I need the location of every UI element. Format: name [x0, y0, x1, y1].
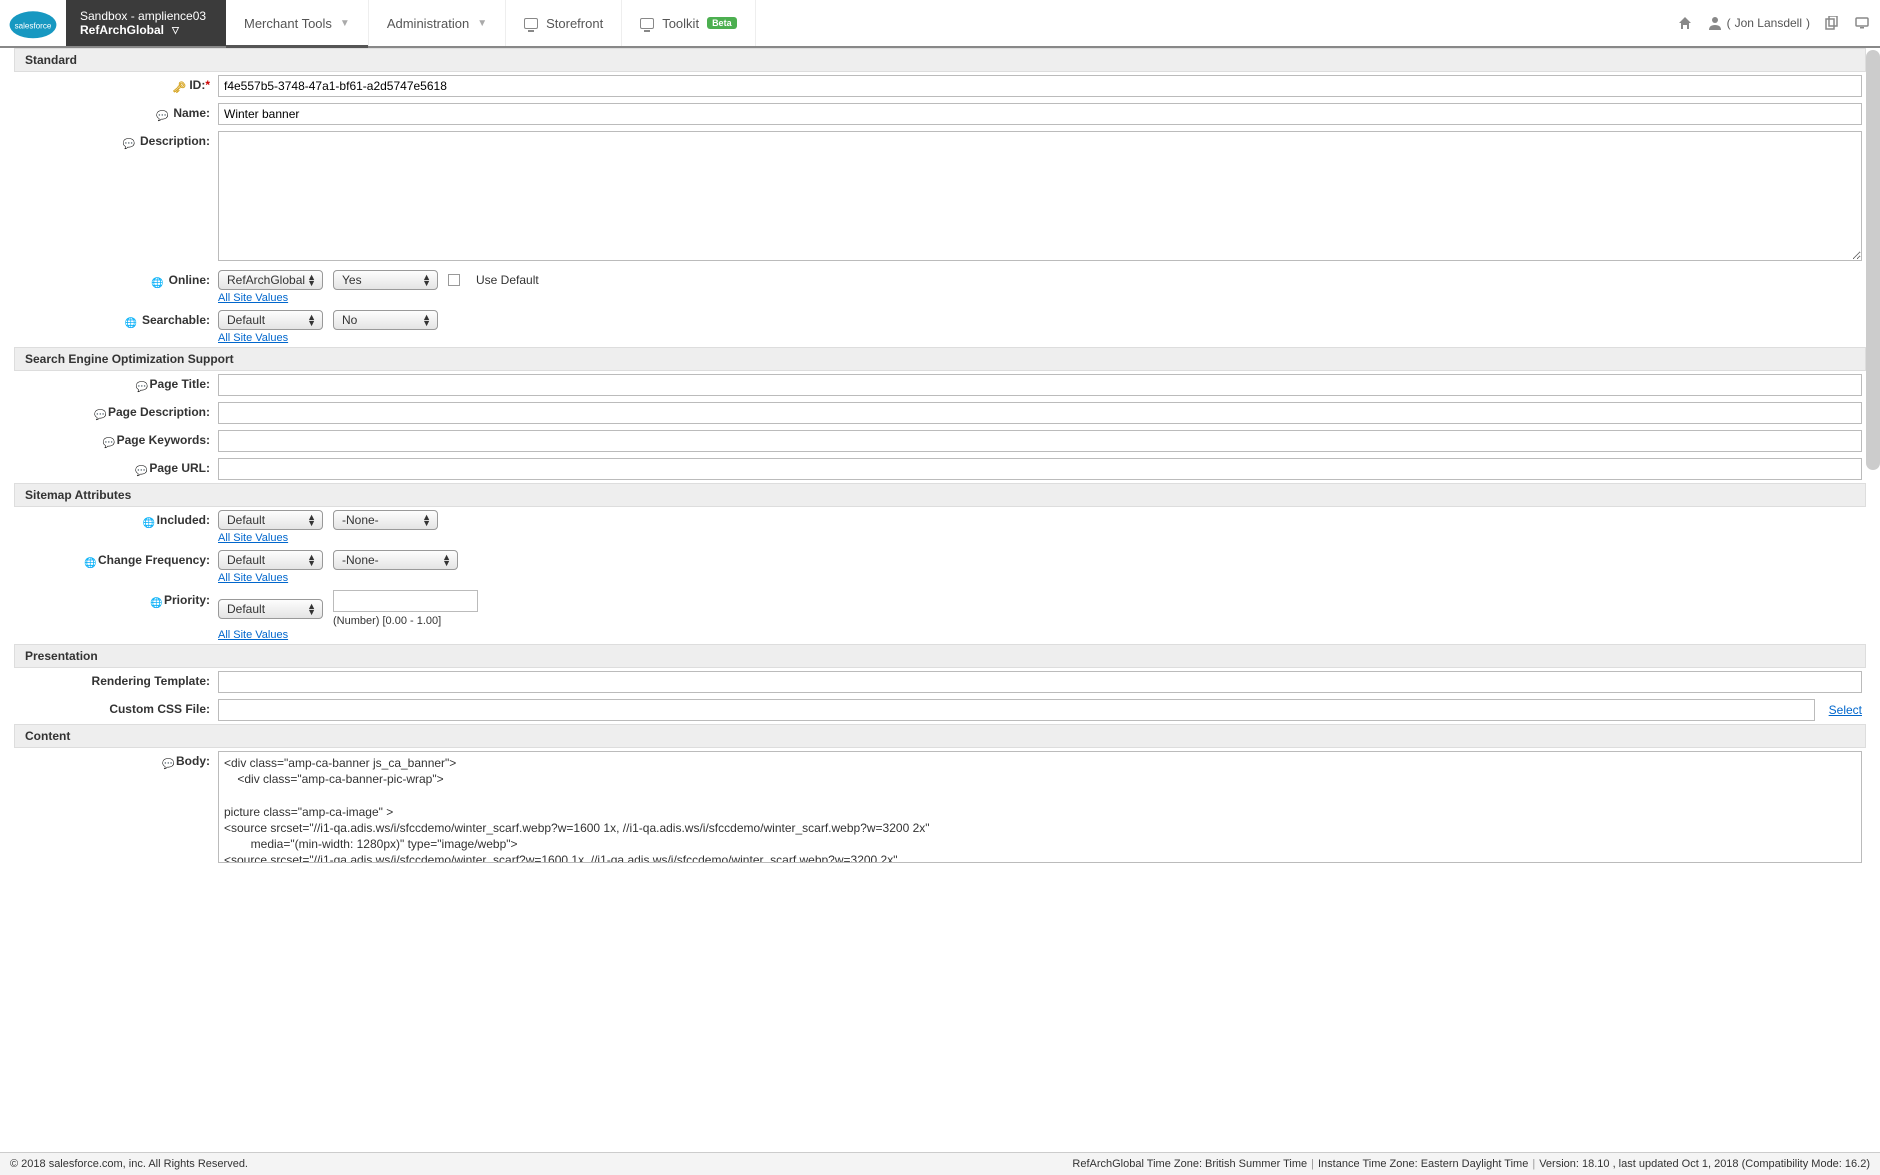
- page-description-input[interactable]: [218, 402, 1862, 424]
- label-online: Online:: [169, 273, 210, 287]
- localizable-icon: [94, 407, 106, 419]
- label-included: Included:: [157, 513, 210, 527]
- searchable-value-select[interactable]: No▲▼: [333, 310, 438, 330]
- priority-scope-select[interactable]: Default▲▼: [218, 599, 323, 619]
- svg-text:salesforce: salesforce: [15, 21, 52, 30]
- footer: © 2018 salesforce.com, inc. All Rights R…: [0, 1152, 1880, 1175]
- section-header-seo: Search Engine Optimization Support: [14, 347, 1866, 371]
- all-site-values-link[interactable]: All Site Values: [218, 332, 288, 344]
- copy-icon[interactable]: [1824, 15, 1840, 31]
- label-rendering-template: Rendering Template:: [92, 674, 210, 688]
- included-scope-select[interactable]: Default▲▼: [218, 510, 323, 530]
- priority-input[interactable]: [333, 590, 478, 612]
- site-specific-icon: [151, 275, 163, 287]
- chevron-down-icon: ▼: [340, 18, 350, 29]
- page-keywords-input[interactable]: [218, 430, 1862, 452]
- beta-badge: Beta: [707, 17, 737, 29]
- all-site-values-link[interactable]: All Site Values: [218, 572, 288, 584]
- online-scope-select[interactable]: RefArchGlobal▲▼: [218, 270, 323, 290]
- sandbox-label: Sandbox - amplience03: [80, 9, 212, 23]
- label-priority: Priority:: [164, 593, 210, 607]
- use-default-checkbox[interactable]: [448, 274, 460, 286]
- chevron-down-icon: ▼: [477, 18, 487, 29]
- user-menu[interactable]: ( Jon Lansdell ): [1707, 15, 1810, 31]
- nav-tabs: Merchant Tools ▼ Administration ▼ Storef…: [226, 0, 756, 46]
- all-site-values-link[interactable]: All Site Values: [218, 629, 288, 641]
- tab-toolkit[interactable]: Toolkit Beta: [622, 0, 755, 46]
- label-change-frequency: Change Frequency:: [98, 553, 210, 567]
- content-area: Standard ID:* Name: Description:: [0, 48, 1880, 866]
- label-id: ID:: [189, 78, 205, 92]
- rendering-template-input[interactable]: [218, 671, 1862, 693]
- tab-label: Merchant Tools: [244, 16, 332, 31]
- searchable-scope-select[interactable]: Default▲▼: [218, 310, 323, 330]
- body-textarea[interactable]: <div class="amp-ca-banner js_ca_banner">…: [218, 751, 1862, 863]
- section-header-sitemap: Sitemap Attributes: [14, 483, 1866, 507]
- localizable-icon: [103, 435, 115, 447]
- custom-css-input[interactable]: [218, 699, 1815, 721]
- included-value-select[interactable]: -None-▲▼: [333, 510, 438, 530]
- tab-merchant-tools[interactable]: Merchant Tools ▼: [226, 0, 369, 46]
- section-header-presentation: Presentation: [14, 644, 1866, 668]
- footer-info: RefArchGlobal Time Zone: British Summer …: [1072, 1158, 1870, 1170]
- priority-hint: (Number) [0.00 - 1.00]: [333, 615, 478, 627]
- tab-label: Administration: [387, 16, 469, 31]
- username: Jon Lansdell: [1735, 16, 1802, 30]
- description-textarea[interactable]: [218, 131, 1862, 261]
- label-description: Description:: [140, 134, 210, 148]
- localizable-icon: [135, 463, 147, 475]
- online-value-select[interactable]: Yes▲▼: [333, 270, 438, 290]
- localizable-icon: [123, 136, 135, 148]
- site-specific-icon: [125, 315, 137, 327]
- key-icon: [172, 80, 184, 92]
- localizable-icon: [136, 379, 148, 391]
- monitor-icon: [524, 18, 538, 29]
- label-page-title: Page Title:: [150, 377, 210, 391]
- tab-label: Toolkit: [662, 16, 699, 31]
- home-icon[interactable]: [1677, 15, 1693, 31]
- label-custom-css: Custom CSS File:: [109, 702, 210, 716]
- topbar-right: ( Jon Lansdell ): [1677, 0, 1880, 46]
- tab-label: Storefront: [546, 16, 603, 31]
- label-body: Body:: [176, 754, 210, 768]
- page-title-input[interactable]: [218, 374, 1862, 396]
- name-input[interactable]: [218, 103, 1862, 125]
- label-name: Name:: [173, 106, 210, 120]
- label-page-description: Page Description:: [108, 405, 210, 419]
- device-icon[interactable]: [1854, 15, 1870, 31]
- section-header-content: Content: [14, 724, 1866, 748]
- page-url-input[interactable]: [218, 458, 1862, 480]
- copyright: © 2018 salesforce.com, inc. All Rights R…: [10, 1158, 248, 1170]
- change-freq-value-select[interactable]: -None-▲▼: [333, 550, 458, 570]
- top-navigation: salesforce Sandbox - amplience03 RefArch…: [0, 0, 1880, 48]
- all-site-values-link[interactable]: All Site Values: [218, 532, 288, 544]
- label-searchable: Searchable:: [142, 313, 210, 327]
- site-specific-icon: [143, 515, 155, 527]
- all-site-values-link[interactable]: All Site Values: [218, 292, 288, 304]
- tab-administration[interactable]: Administration ▼: [369, 0, 506, 46]
- dropdown-icon: ▽: [172, 25, 179, 36]
- required-asterisk: *: [205, 78, 210, 92]
- sandbox-selector[interactable]: Sandbox - amplience03 RefArchGlobal ▽: [66, 0, 226, 46]
- label-page-url: Page URL:: [149, 461, 210, 475]
- monitor-icon: [640, 18, 654, 29]
- salesforce-logo[interactable]: salesforce: [0, 0, 66, 46]
- label-page-keywords: Page Keywords:: [117, 433, 210, 447]
- localizable-icon: [162, 756, 174, 768]
- tab-storefront[interactable]: Storefront: [506, 0, 622, 46]
- scrollbar[interactable]: [1866, 50, 1880, 470]
- site-specific-icon: [150, 595, 162, 607]
- id-input[interactable]: [218, 75, 1862, 97]
- select-css-link[interactable]: Select: [1829, 703, 1862, 717]
- use-default-label: Use Default: [476, 273, 539, 287]
- section-header-standard: Standard: [14, 48, 1866, 72]
- change-freq-scope-select[interactable]: Default▲▼: [218, 550, 323, 570]
- site-specific-icon: [84, 555, 96, 567]
- localizable-icon: [156, 108, 168, 120]
- site-name: RefArchGlobal: [80, 23, 164, 37]
